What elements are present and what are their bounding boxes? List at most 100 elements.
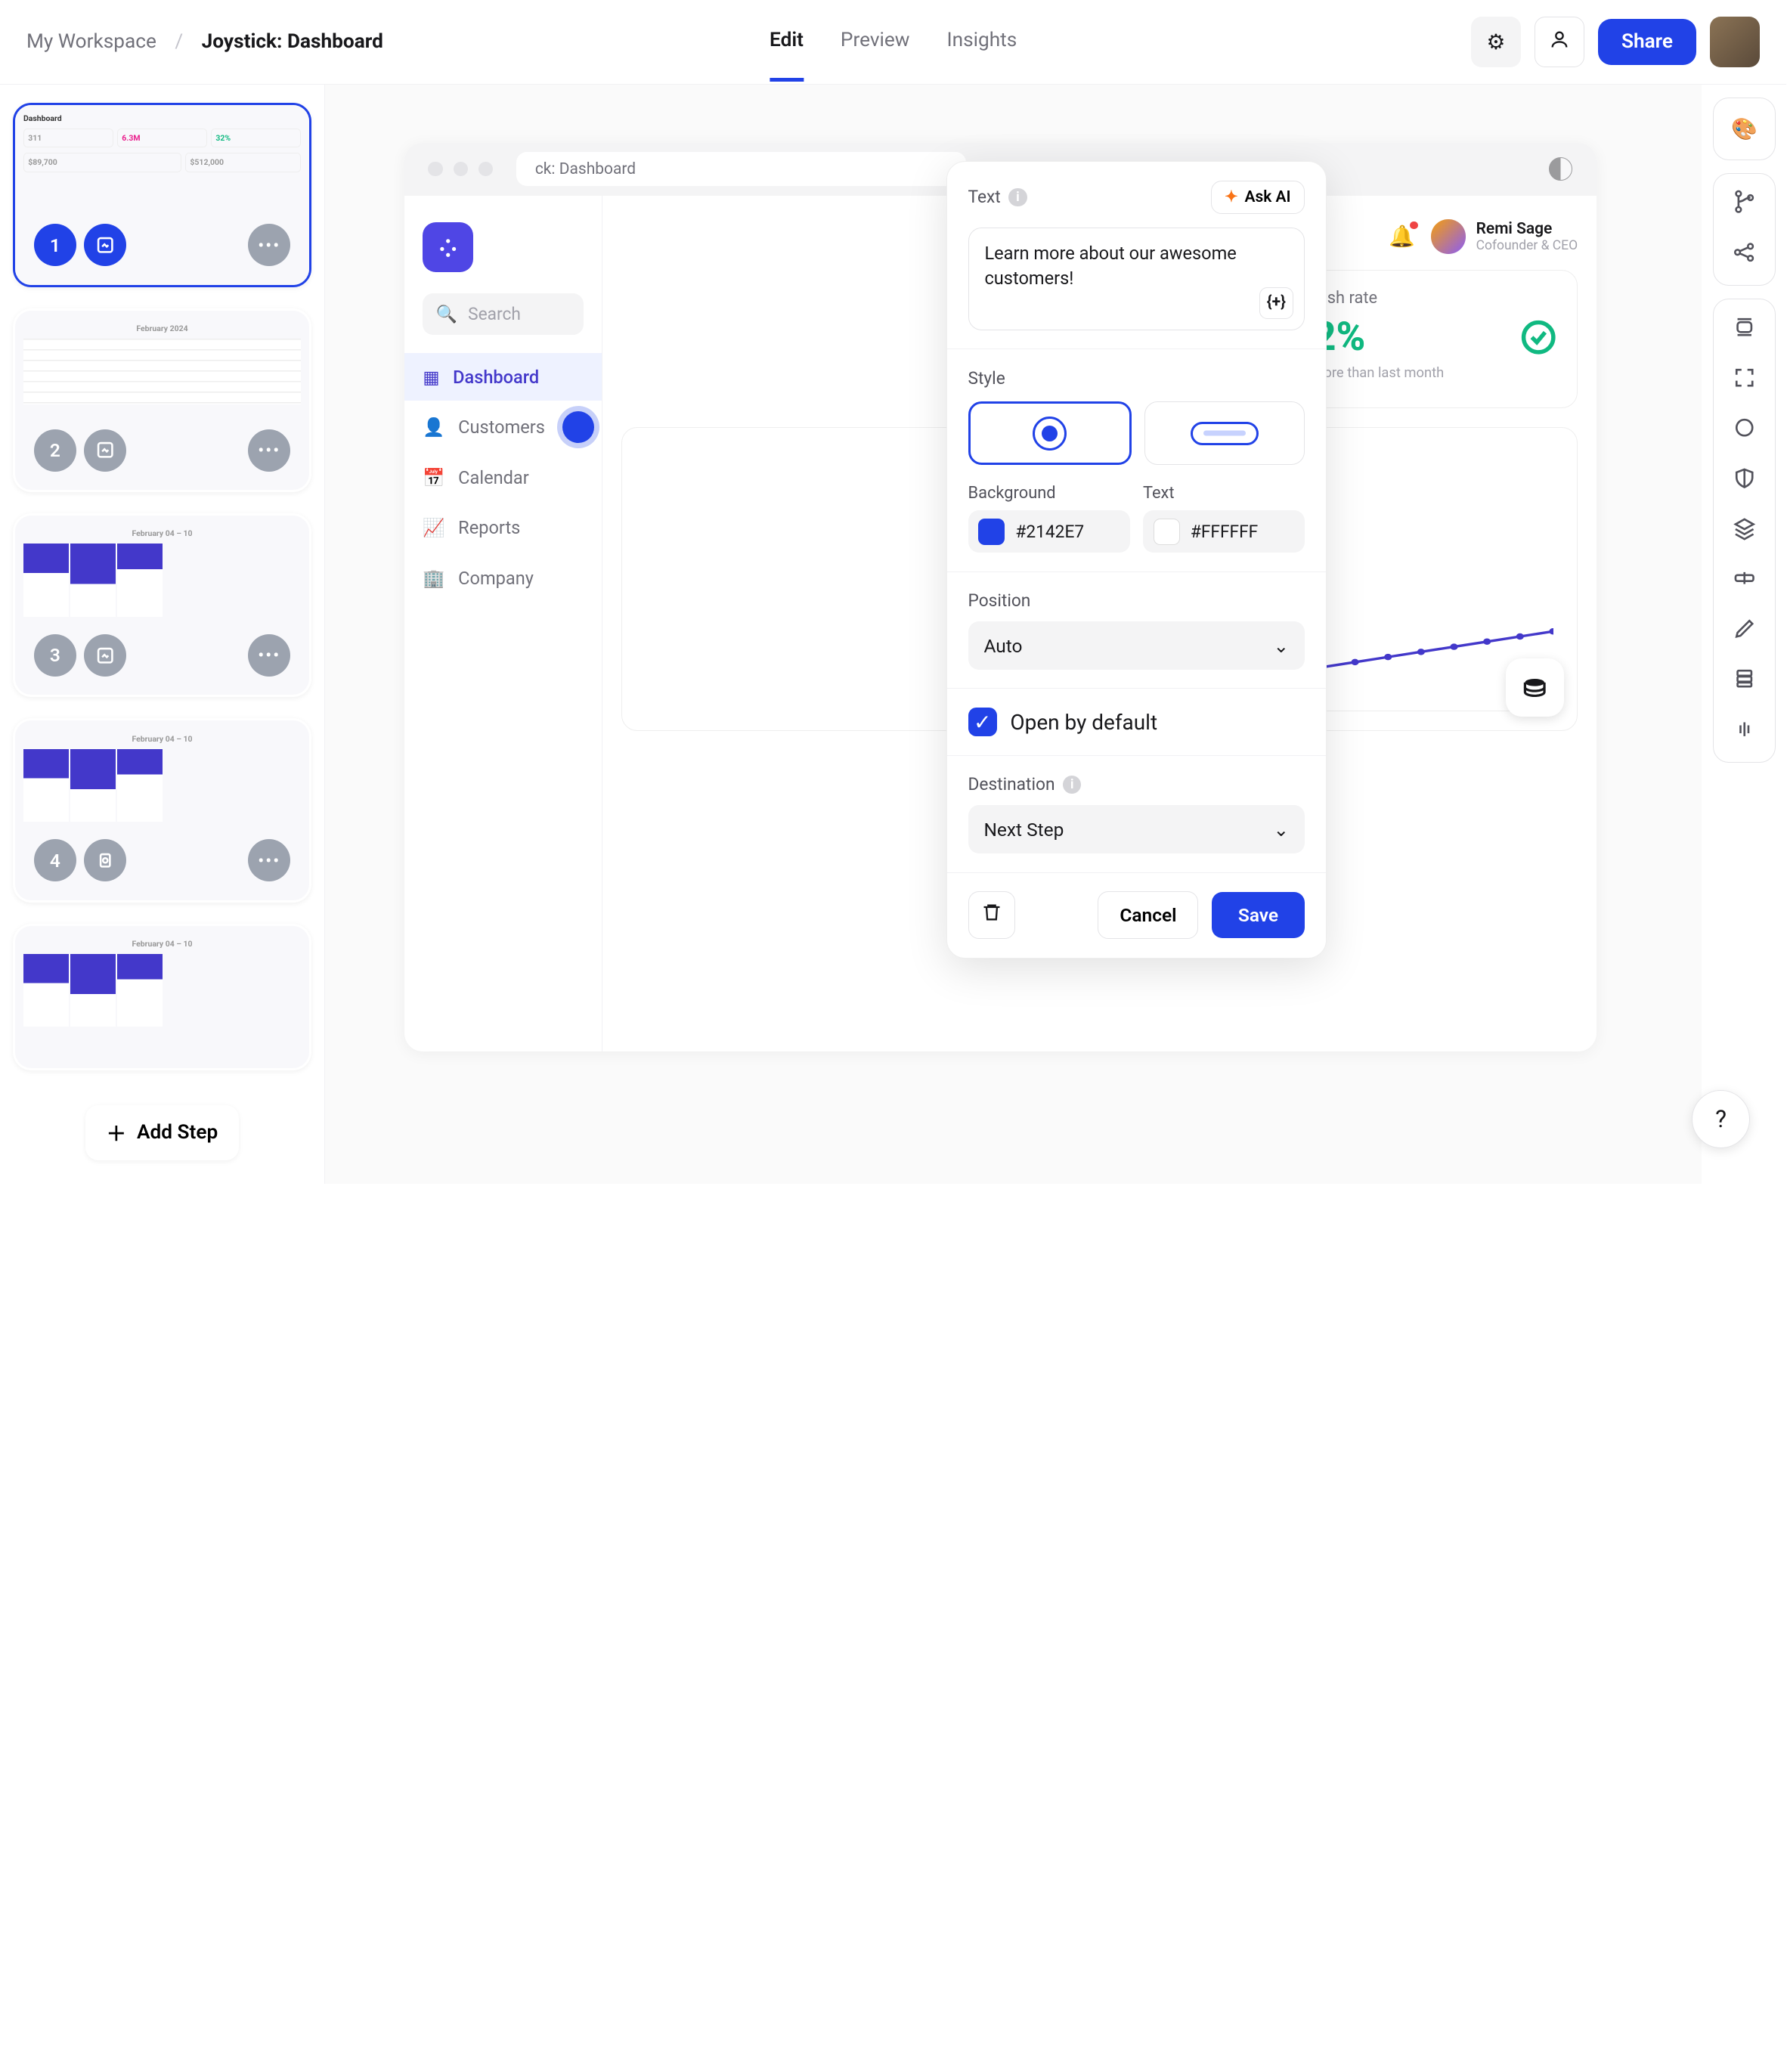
breadcrumb-current[interactable]: Joystick: Dashboard [202,30,383,53]
layers-icon [1733,516,1756,545]
calendar-icon: 📅 [423,467,444,488]
nav-company[interactable]: 🏢Company [404,554,602,602]
stack-icon [1733,667,1756,695]
capture-button[interactable] [1506,658,1564,717]
bg-color-input[interactable]: #2142E7 [968,510,1130,553]
circle-icon [1733,416,1756,444]
position-select[interactable]: Auto⌄ [968,621,1305,670]
tab-insights[interactable]: Insights [946,2,1017,82]
shield-icon [1733,466,1756,495]
theme-button[interactable]: 🎨 [1722,107,1767,151]
thumb-title: Dashboard [23,113,301,123]
tab-preview[interactable]: Preview [841,2,910,82]
delete-button[interactable] [968,891,1016,939]
nav-dashboard[interactable]: ▦Dashboard [404,353,602,401]
save-button[interactable]: Save [1212,892,1305,937]
profile-avatar[interactable] [1710,17,1760,67]
tool-draw[interactable] [1722,609,1767,653]
sparkle-icon: ✦ [1225,187,1238,206]
bell-icon[interactable]: 🔔 [1389,224,1415,249]
style-beacon[interactable] [968,401,1132,465]
trash-icon [981,902,1002,928]
edit-panel: Text i ✦Ask AI Learn more about our aweso… [946,161,1327,958]
info-icon[interactable]: i [1063,776,1081,794]
grid-icon: ▦ [423,367,439,388]
text-input[interactable]: Learn more about our awesome customers! … [968,228,1305,330]
search-icon: 🔍 [436,304,457,324]
user-avatar-icon [1431,219,1465,253]
step-2[interactable]: February 2024 2 ••• [13,308,311,492]
style-pill[interactable] [1144,401,1305,465]
tool-audio[interactable] [1722,709,1767,754]
container-icon [1733,315,1756,344]
account-button[interactable] [1535,17,1584,67]
breadcrumb-sep: / [175,30,183,53]
chevron-down-icon: ⌄ [1274,819,1290,841]
branch-button[interactable] [1722,182,1767,227]
tool-circle[interactable] [1722,408,1767,453]
steps-rail: Dashboard 3116.3M32% $89,700$512,000 1 •… [0,85,325,1184]
nav-calendar[interactable]: 📅Calendar [404,454,602,501]
help-button[interactable]: ? [1692,1090,1750,1148]
checkbox-icon: ✓ [968,708,997,736]
gear-icon: ⚙ [1486,29,1505,54]
text-color-input[interactable]: #FFFFFF [1143,510,1305,553]
tool-stack[interactable] [1722,659,1767,704]
style-label: Style [968,368,1305,389]
app-search-input[interactable]: 🔍Search [423,293,583,335]
position-label: Position [968,590,1305,611]
user-icon [1549,29,1570,55]
chevron-down-icon: ⌄ [1274,635,1290,657]
canvas: ck: Dashboard 🔍Search ▦Dashboard 👤Custom… [325,85,1702,1184]
insert-variable-button[interactable]: {+} [1259,287,1293,319]
nav-reports[interactable]: 📈Reports [404,504,602,552]
contrast-icon[interactable] [1549,157,1572,181]
bg-label: Background [968,484,1130,503]
settings-button[interactable]: ⚙ [1471,17,1521,67]
nav-customers[interactable]: 👤Customers [404,404,602,451]
step-type-icon [84,224,126,266]
check-circle-icon [1519,317,1558,362]
chart-icon: 📈 [423,517,444,538]
branch-icon [1733,190,1756,218]
right-toolbar: 🎨 [1702,85,1786,1184]
plus-icon: ＋ [107,1118,126,1147]
tab-edit[interactable]: Edit [770,2,804,82]
destination-select[interactable]: Next Step⌄ [968,805,1305,853]
text-color-label: Text [1143,484,1305,503]
waveform-icon [1733,717,1756,746]
open-default-checkbox[interactable]: ✓ Open by default [968,708,1305,736]
tool-container[interactable] [1722,308,1767,352]
ask-ai-button[interactable]: ✦Ask AI [1211,181,1305,214]
step-more-button[interactable]: ••• [248,224,290,266]
user-role: Cofounder & CEO [1476,238,1578,253]
step-1[interactable]: Dashboard 3116.3M32% $89,700$512,000 1 •… [13,103,311,286]
info-icon[interactable]: i [1008,188,1027,206]
step-number: 1 [34,224,76,266]
address-bar: ck: Dashboard [516,152,965,186]
breadcrumb-root[interactable]: My Workspace [26,30,156,53]
step-3[interactable]: February 04 – 10 3 ••• [13,513,311,697]
traffic-light-min [454,162,468,176]
users-icon: 👤 [423,417,444,438]
tool-input[interactable] [1722,559,1767,603]
fullscreen-icon [1733,366,1756,395]
cancel-button[interactable]: Cancel [1098,891,1198,938]
user-chip[interactable]: Remi SageCofounder & CEO [1431,219,1578,253]
user-name: Remi Sage [1476,220,1578,238]
pencil-icon [1733,617,1756,646]
beacon-highlight [562,411,594,443]
tool-fullscreen[interactable] [1722,358,1767,402]
tool-layers[interactable] [1722,509,1767,553]
tool-mask[interactable] [1722,458,1767,503]
palette-icon: 🎨 [1731,116,1758,141]
step-4[interactable]: February 04 – 10 4 ••• [13,718,311,902]
step-5[interactable]: February 04 – 10 [13,924,311,1071]
share-nodes-button[interactable] [1722,232,1767,277]
add-step-button[interactable]: ＋Add Step [85,1105,239,1160]
share-nodes-icon [1733,240,1756,269]
app-logo-icon [423,222,472,272]
building-icon: 🏢 [423,568,444,589]
traffic-light-close [428,162,442,176]
share-button[interactable]: Share [1598,19,1697,65]
